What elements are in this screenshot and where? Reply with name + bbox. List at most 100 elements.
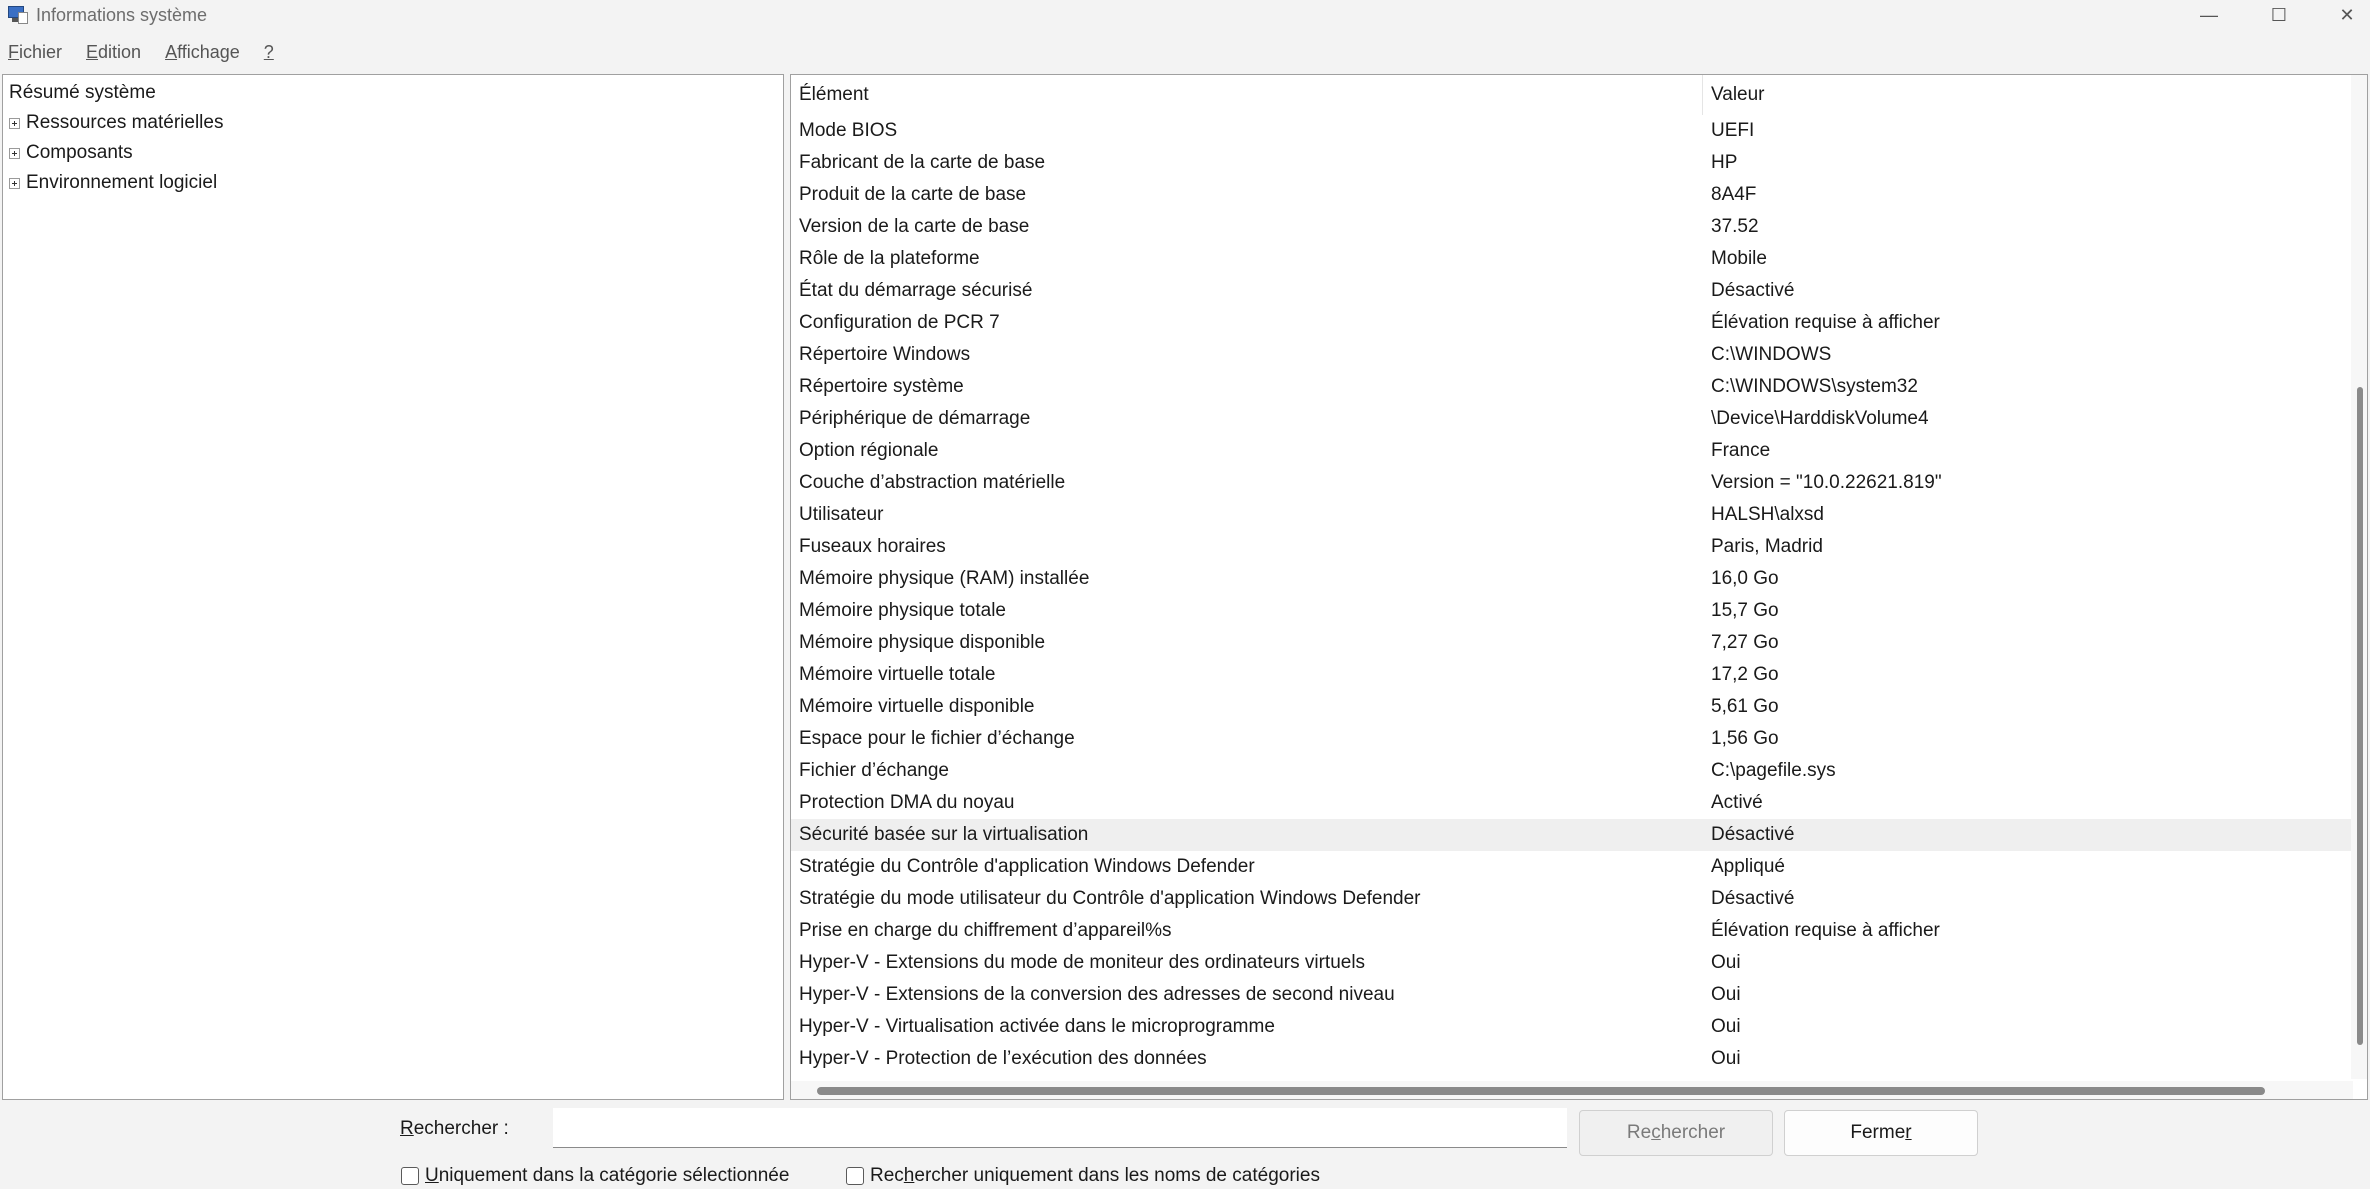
horizontal-scroll-thumb[interactable] — [817, 1087, 2265, 1095]
row-valeur: \Device\HarddiskVolume4 — [1711, 408, 1929, 429]
row-valeur: Mobile — [1711, 248, 1767, 269]
expand-icon[interactable] — [9, 177, 20, 189]
row-element: Stratégie du Contrôle d'application Wind… — [799, 856, 1255, 877]
selected-category-only-option[interactable]: Uniquement dans la catégorie sélectionné… — [401, 1165, 789, 1187]
vertical-scroll-thumb[interactable] — [2357, 387, 2363, 1045]
table-row[interactable]: Prise en charge du chiffrement d’apparei… — [791, 915, 2351, 947]
list-rows: Mode BIOS UEFI Fabricant de la carte de ba… — [791, 115, 2351, 1075]
row-valeur: C:\pagefile.sys — [1711, 760, 1836, 781]
expand-icon[interactable] — [9, 147, 20, 159]
table-row[interactable]: Hyper-V - Extensions du mode de moniteur… — [791, 947, 2351, 979]
row-element: Couche d’abstraction matérielle — [799, 472, 1066, 493]
table-row[interactable]: État du démarrage sécurisé Désactivé — [791, 275, 2351, 307]
menu-help[interactable]: ? — [264, 42, 274, 63]
table-row[interactable]: Fabricant de la carte de base HP — [791, 147, 2351, 179]
row-valeur: C:\WINDOWS — [1711, 344, 1832, 365]
row-element: État du démarrage sécurisé — [799, 280, 1033, 301]
table-row[interactable]: Protection DMA du noyau Activé — [791, 787, 2351, 819]
row-element: Mémoire physique (RAM) installée — [799, 568, 1090, 589]
minimize-button[interactable]: — — [2186, 0, 2232, 30]
table-row[interactable]: Hyper-V - Protection de l’exécution des … — [791, 1043, 2351, 1075]
tree-item-environnement-logiciel[interactable]: Environnement logiciel — [3, 169, 217, 197]
row-element: Protection DMA du noyau — [799, 792, 1015, 813]
row-valeur: Activé — [1711, 792, 1763, 813]
maximize-button[interactable]: ☐ — [2256, 0, 2302, 30]
tree-item-resume-systeme[interactable]: Résumé système — [9, 79, 156, 107]
table-row[interactable]: Produit de la carte de base 8A4F — [791, 179, 2351, 211]
table-row[interactable]: Périphérique de démarrage \Device\Harddis… — [791, 403, 2351, 435]
row-element: Mémoire physique totale — [799, 600, 1006, 621]
column-divider[interactable] — [1702, 75, 1703, 115]
table-row[interactable]: Répertoire système C:\WINDOWS\system32 — [791, 371, 2351, 403]
close-icon: ✕ — [2339, 4, 2355, 25]
menu-fichier[interactable]: Fichier — [8, 42, 62, 63]
search-button[interactable]: Re c hercher — [1579, 1110, 1773, 1156]
row-element: Configuration de PCR 7 — [799, 312, 1000, 333]
table-row[interactable]: Utilisateur HALSH\alxsd — [791, 499, 2351, 531]
expand-icon[interactable] — [9, 117, 20, 129]
tree-item-label: Résumé système — [9, 82, 156, 103]
horizontal-scrollbar[interactable] — [791, 1081, 2353, 1099]
column-header-element[interactable]: Élément — [799, 84, 869, 106]
table-row[interactable]: Mémoire physique disponible 7,27 Go — [791, 627, 2351, 659]
row-element: Mode BIOS — [799, 120, 898, 141]
row-valeur: Désactivé — [1711, 824, 1795, 845]
row-valeur: 37.52 — [1711, 216, 1759, 237]
table-row[interactable]: Mode BIOS UEFI — [791, 115, 2351, 147]
table-row[interactable]: Espace pour le fichier d’échange 1,56 Go — [791, 723, 2351, 755]
table-row[interactable]: Hyper-V - Virtualisation activée dans le… — [791, 1011, 2351, 1043]
table-row[interactable]: Stratégie du Contrôle d'application Wind… — [791, 851, 2351, 883]
row-valeur: Appliqué — [1711, 856, 1785, 877]
vertical-scrollbar[interactable] — [2351, 75, 2367, 1079]
table-row[interactable]: Sécurité basée sur la virtualisation Désa… — [791, 819, 2351, 851]
search-input[interactable] — [553, 1108, 1567, 1148]
category-names-only-checkbox[interactable] — [846, 1167, 864, 1185]
row-element: Répertoire Windows — [799, 344, 971, 365]
table-row[interactable]: Fichier d’échange C:\pagefile.sys — [791, 755, 2351, 787]
menu-edition[interactable]: Edition — [86, 42, 141, 63]
table-row[interactable]: Rôle de la plateforme Mobile — [791, 243, 2351, 275]
tree-item-label: Composants — [26, 142, 133, 163]
selected-category-only-checkbox[interactable] — [401, 1167, 419, 1185]
row-valeur: France — [1711, 440, 1771, 461]
row-element: Option régionale — [799, 440, 939, 461]
row-valeur: Élévation requise à afficher — [1711, 312, 1940, 333]
row-valeur: C:\WINDOWS\system32 — [1711, 376, 1918, 397]
tree-item-composants[interactable]: Composants — [3, 139, 133, 167]
checkbox-label: Rechercher uniquement dans les noms de c… — [870, 1165, 1320, 1186]
row-valeur: 17,2 Go — [1711, 664, 1779, 685]
checkbox-label: Uniquement dans la catégorie sélectionné… — [425, 1165, 790, 1186]
category-tree[interactable]: Résumé système Ressources matérielles Co… — [2, 74, 784, 1100]
row-valeur: Oui — [1711, 984, 1741, 1005]
table-row[interactable]: Répertoire Windows C:\WINDOWS — [791, 339, 2351, 371]
details-list[interactable]: Élément Valeur Mode BIOS UEFI Fabricant de… — [790, 74, 2368, 1100]
table-row[interactable]: Mémoire physique totale 15,7 Go — [791, 595, 2351, 627]
row-element: Mémoire physique disponible — [799, 632, 1046, 653]
table-row[interactable]: Hyper-V - Extensions de la conversion de… — [791, 979, 2351, 1011]
table-row[interactable]: Option régionale France — [791, 435, 2351, 467]
row-valeur: UEFI — [1711, 120, 1755, 141]
table-row[interactable]: Mémoire virtuelle disponible 5,61 Go — [791, 691, 2351, 723]
row-element: Fabricant de la carte de base — [799, 152, 1046, 173]
close-window-button[interactable]: ✕ — [2324, 0, 2370, 30]
table-row[interactable]: Configuration de PCR 7 Élévation requise … — [791, 307, 2351, 339]
row-valeur: Oui — [1711, 1016, 1741, 1037]
table-row[interactable]: Mémoire virtuelle totale 17,2 Go — [791, 659, 2351, 691]
table-row[interactable]: Version de la carte de base 37.52 — [791, 211, 2351, 243]
system-info-icon — [8, 6, 28, 24]
table-row[interactable]: Stratégie du mode utilisateur du Contrôl… — [791, 883, 2351, 915]
close-button[interactable]: Ferme r — [1784, 1110, 1978, 1156]
column-header-valeur[interactable]: Valeur — [1711, 84, 1765, 106]
category-names-only-option[interactable]: Rechercher uniquement dans les noms de c… — [846, 1165, 1320, 1187]
row-element: Hyper-V - Virtualisation activée dans le… — [799, 1016, 1275, 1037]
row-valeur: Version = "10.0.22621.819" — [1711, 472, 1942, 493]
list-header: Élément Valeur — [791, 75, 2351, 115]
search-label: Rechercher : — [400, 1118, 509, 1139]
table-row[interactable]: Couche d’abstraction matérielle Version =… — [791, 467, 2351, 499]
row-element: Produit de la carte de base — [799, 184, 1027, 205]
tree-item-ressources-materielles[interactable]: Ressources matérielles — [3, 109, 223, 137]
table-row[interactable]: Fuseaux horaires Paris, Madrid — [791, 531, 2351, 563]
menu-affichage[interactable]: Affichage — [165, 42, 240, 63]
table-row[interactable]: Mémoire physique (RAM) installée 16,0 Go — [791, 563, 2351, 595]
tree-item-label: Environnement logiciel — [26, 172, 218, 193]
